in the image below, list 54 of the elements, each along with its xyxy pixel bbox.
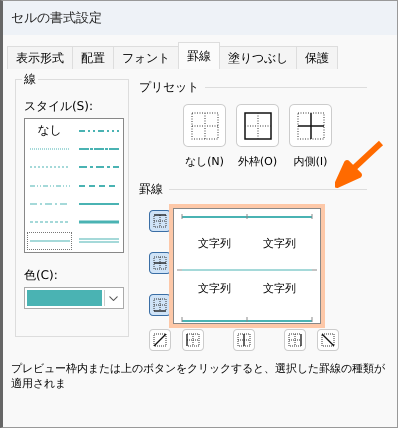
diagonal-border-icon [320,332,336,348]
line-style-option[interactable]: なし [27,121,72,140]
section-title: 罫線 [139,181,163,198]
line-style-option[interactable] [27,232,72,250]
chevron-down-icon [108,296,118,300]
none-style-label: なし [38,122,62,139]
line-style-icon [30,202,70,206]
border-icon [236,332,252,348]
line-style-icon [78,202,118,206]
border-icon [152,213,168,229]
tab[interactable]: 配置 [72,46,114,69]
border-icon [152,255,168,271]
line-style-icon [30,238,70,243]
tab[interactable]: 塗りつぶし [219,46,297,69]
preset-label: なし(N) [185,154,224,169]
grid-icon [190,112,218,140]
preview-text: 文字列 [197,236,232,252]
line-style-icon [30,220,70,224]
line-style-icon [30,184,70,188]
line-style-icon [78,220,118,224]
window-title: セルの書式設定 [3,1,397,35]
color-dropdown[interactable] [24,287,124,309]
grid-icon [244,112,272,140]
line-style-icon [30,165,70,170]
section-title: プリセット [139,79,199,96]
line-style-icon [30,147,70,152]
border-toggle-button[interactable] [149,252,171,274]
preset-button[interactable] [183,104,226,147]
preview-text: 文字列 [262,281,297,297]
diagonal-border-icon [152,332,168,348]
tab[interactable]: 保護 [296,46,338,69]
double-line-icon [78,238,118,244]
style-label: スタイル(S): [24,98,94,115]
preview-text: 文字列 [197,281,232,297]
line-style-icon [78,165,118,170]
line-style-list[interactable]: なし [24,118,124,253]
tab[interactable]: 表示形式 [7,46,73,69]
tab[interactable]: フォント [113,46,179,69]
border-icon [185,332,201,348]
grid-icon [296,112,324,140]
preset-button[interactable] [289,104,332,147]
preset-button[interactable] [236,104,279,147]
border-icon [287,332,303,348]
line-style-icon [78,128,118,132]
preset-label: 外枠(O) [238,154,278,169]
preset-label: 内側(I) [294,154,328,169]
color-label: 色(C): [24,267,59,284]
hint-text: プレビュー枠内または上のボタンをクリックすると、選択した罫線の種類が適用されま [10,361,386,392]
line-style-icon [78,147,118,152]
border-preview-frame[interactable]: 文字列 文字列 文字列 文字列 [169,204,325,328]
border-toggle-button[interactable] [149,294,171,316]
border-toggle-button[interactable] [149,210,171,232]
border-icon [152,297,168,313]
preview-text: 文字列 [262,236,297,252]
